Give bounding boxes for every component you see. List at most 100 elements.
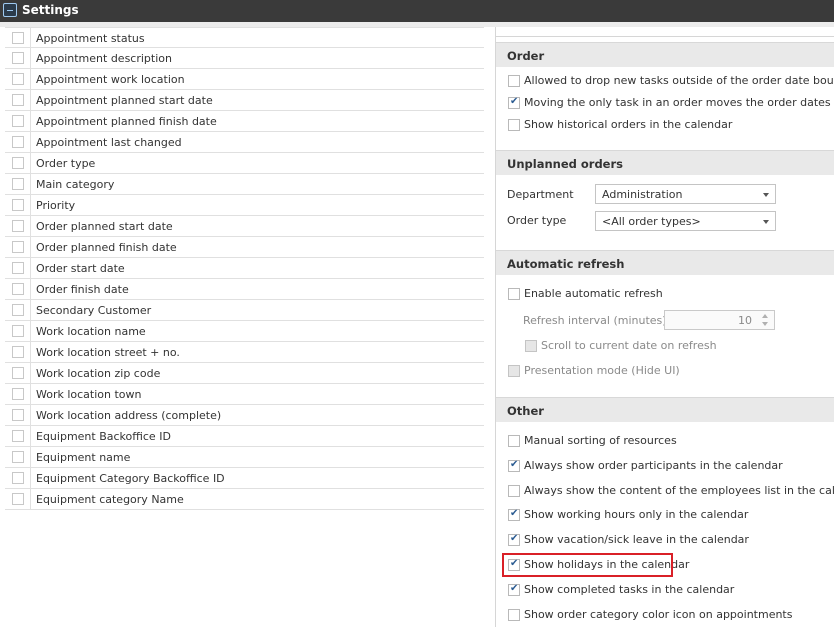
list-checkbox[interactable] [12, 304, 24, 316]
refresh-interval-stepper[interactable]: 10 [664, 310, 775, 330]
list-item-label: Work location town [36, 388, 142, 401]
list-checkbox[interactable] [12, 451, 24, 463]
list-item[interactable]: Appointment description [5, 48, 484, 69]
list-checkbox[interactable] [12, 178, 24, 190]
list-item[interactable]: Work location street + no. [5, 342, 484, 363]
list-checkbox[interactable] [12, 409, 24, 421]
section-header-other: Other [496, 397, 834, 422]
list-item[interactable]: Appointment last changed [5, 132, 484, 153]
option-label: Manual sorting of resources [524, 434, 677, 447]
list-checkbox[interactable] [12, 94, 24, 106]
section-title: Other [507, 404, 544, 418]
list-checkbox[interactable] [12, 32, 24, 44]
list-checkbox[interactable] [12, 262, 24, 274]
spin-down-icon[interactable] [762, 322, 768, 326]
title-bar: Settings [0, 0, 834, 22]
order-type-select[interactable]: <All order types> [595, 211, 776, 231]
option-label: Show completed tasks in the calendar [524, 583, 735, 596]
list-item-label: Appointment last changed [36, 136, 182, 149]
list-item-label: Appointment planned start date [36, 94, 213, 107]
settings-panel: Order Allowed to drop new tasks outside … [495, 27, 834, 627]
section-title: Automatic refresh [507, 257, 625, 271]
list-item[interactable]: Work location town [5, 384, 484, 405]
list-checkbox[interactable] [12, 493, 24, 505]
list-item-label: Work location zip code [36, 367, 161, 380]
option-label: Allowed to drop new tasks outside of the… [524, 74, 834, 87]
list-checkbox[interactable] [12, 283, 24, 295]
highlight-box [502, 553, 673, 577]
list-item[interactable]: Equipment category Name [5, 489, 484, 510]
checkbox[interactable] [525, 340, 537, 352]
list-checkbox[interactable] [12, 52, 24, 64]
list-checkbox[interactable] [12, 73, 24, 85]
list-item[interactable]: Work location address (complete) [5, 405, 484, 426]
order-type-value: <All order types> [602, 215, 701, 228]
list-item[interactable]: Work location name [5, 321, 484, 342]
spin-up-icon[interactable] [762, 314, 768, 318]
order-type-label: Order type [507, 214, 567, 227]
list-item-label: Appointment status [36, 32, 145, 45]
list-item[interactable]: Appointment work location [5, 69, 484, 90]
list-item-label: Order planned finish date [36, 241, 177, 254]
list-item[interactable]: Priority [5, 195, 484, 216]
list-checkbox[interactable] [12, 136, 24, 148]
chevron-down-icon [763, 220, 769, 224]
checkbox[interactable] [508, 508, 520, 521]
option-label: Moving the only task in an order moves t… [524, 96, 831, 109]
list-item-label: Priority [36, 199, 76, 212]
checkbox[interactable] [508, 119, 520, 131]
list-item[interactable]: Main category [5, 174, 484, 195]
checkbox[interactable] [508, 75, 520, 87]
list-item-label: Equipment name [36, 451, 131, 464]
checkbox[interactable] [508, 583, 520, 596]
checkbox[interactable] [508, 485, 520, 497]
list-item[interactable]: Equipment Backoffice ID [5, 426, 484, 447]
checkbox[interactable] [508, 533, 520, 546]
list-checkbox[interactable] [12, 388, 24, 400]
list-item[interactable]: Work location zip code [5, 363, 484, 384]
list-item[interactable]: Order finish date [5, 279, 484, 300]
list-item[interactable]: Equipment Category Backoffice ID [5, 468, 484, 489]
list-item[interactable]: Order planned start date [5, 216, 484, 237]
checkbox[interactable] [508, 365, 520, 377]
department-select[interactable]: Administration [595, 184, 776, 204]
list-checkbox[interactable] [12, 472, 24, 484]
list-checkbox[interactable] [12, 430, 24, 442]
option-label: Enable automatic refresh [524, 287, 663, 300]
list-checkbox[interactable] [12, 115, 24, 127]
list-item-label: Work location address (complete) [36, 409, 222, 422]
checkbox[interactable] [508, 435, 520, 447]
list-item[interactable]: Equipment name [5, 447, 484, 468]
list-item[interactable]: Order start date [5, 258, 484, 279]
checkbox[interactable] [508, 459, 520, 472]
list-checkbox[interactable] [12, 220, 24, 232]
list-item[interactable]: Appointment planned start date [5, 90, 484, 111]
list-item[interactable]: Order planned finish date [5, 237, 484, 258]
panel-splitter[interactable] [484, 27, 495, 627]
app-icon [3, 3, 17, 17]
list-checkbox[interactable] [12, 241, 24, 253]
list-checkbox[interactable] [12, 346, 24, 358]
list-item-label: Order planned start date [36, 220, 173, 233]
list-item[interactable]: Appointment planned finish date [5, 111, 484, 132]
list-item-label: Equipment Category Backoffice ID [36, 472, 225, 485]
list-item-label: Work location name [36, 325, 146, 338]
checkbox[interactable] [508, 609, 520, 621]
list-item[interactable]: Order type [5, 153, 484, 174]
checkbox[interactable] [508, 96, 520, 109]
list-item[interactable]: Secondary Customer [5, 300, 484, 321]
option-label: Always show the content of the employees… [524, 484, 834, 497]
department-value: Administration [602, 188, 683, 201]
list-checkbox[interactable] [12, 367, 24, 379]
list-checkbox[interactable] [12, 199, 24, 211]
department-label: Department [507, 188, 574, 201]
checkbox[interactable] [508, 288, 520, 300]
list-item-label: Main category [36, 178, 115, 191]
option-label: Show historical orders in the calendar [524, 118, 733, 131]
list-item-label: Work location street + no. [36, 346, 180, 359]
section-title: Unplanned orders [507, 157, 623, 171]
list-checkbox[interactable] [12, 325, 24, 337]
list-item[interactable]: Appointment status [5, 27, 484, 48]
list-item-label: Equipment category Name [36, 493, 184, 506]
list-checkbox[interactable] [12, 157, 24, 169]
